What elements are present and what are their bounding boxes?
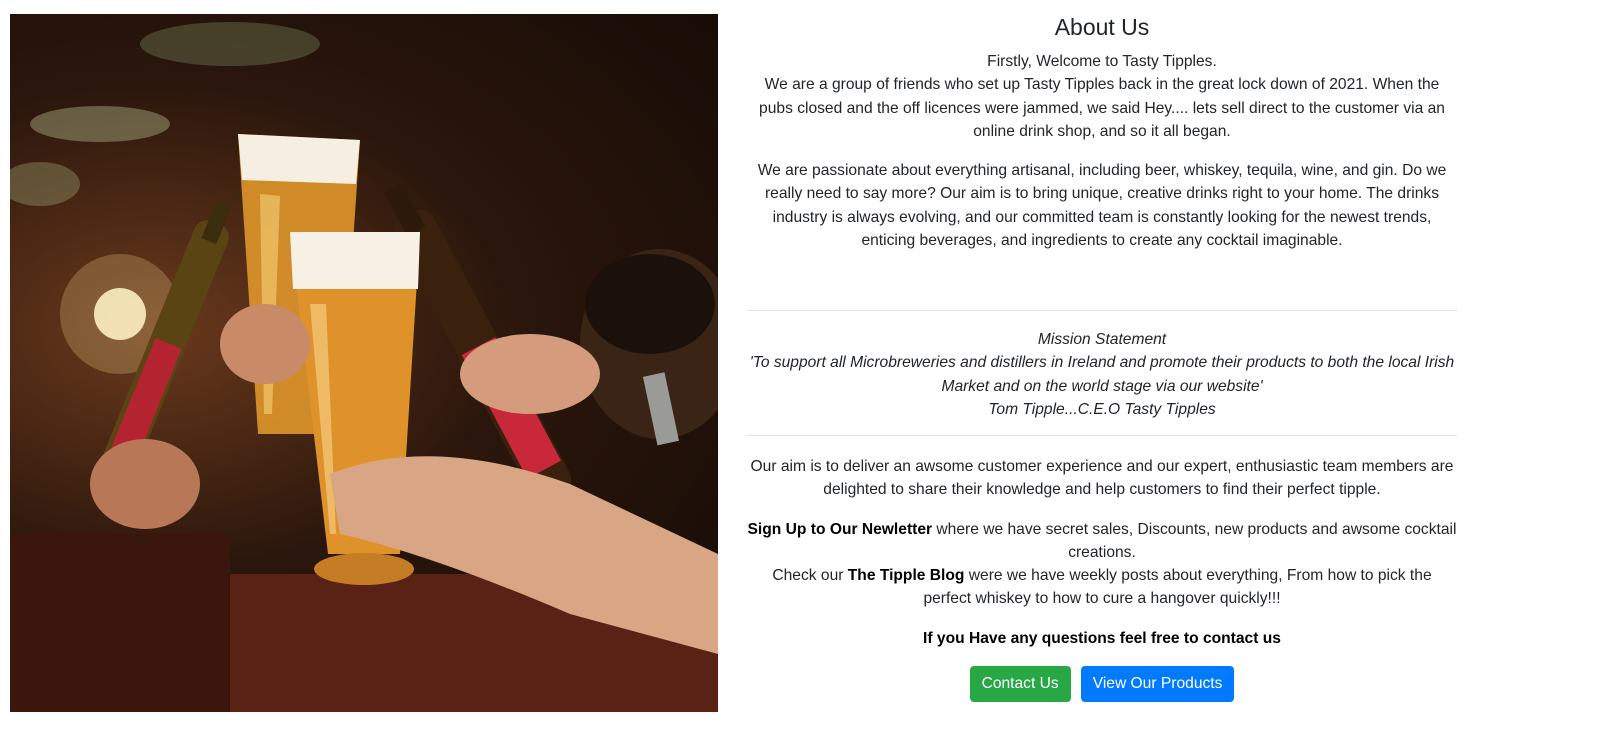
mission-statement: Mission Statement 'To support all Microb… <box>747 311 1457 435</box>
aim-text: Our aim is to deliver an awsome customer… <box>750 458 1454 499</box>
newsletter-link[interactable]: Sign Up to Our Newletter <box>748 521 933 538</box>
contact-us-button[interactable]: Contact Us <box>969 665 1071 702</box>
button-group: Contact Us View Our Products <box>747 665 1457 702</box>
about-title: About Us <box>1054 14 1150 40</box>
story-text: We are a group of friends who set up Tas… <box>759 76 1445 140</box>
about-intro: Firstly, Welcome to Tasty Tipples. We ar… <box>747 50 1457 143</box>
mission-author: Tom Tipple...C.E.O Tasty Tipples <box>988 400 1216 418</box>
toast-illustration <box>10 22 718 712</box>
about-section: About Us Firstly, Welcome to Tasty Tippl… <box>747 12 1457 702</box>
newsletter-text: where we have secret sales, Discounts, n… <box>932 520 1457 561</box>
blog-prefix: Check our <box>772 567 848 585</box>
mission-heading: Mission Statement <box>1037 330 1167 348</box>
blog-text: were we have weekly posts about everythi… <box>923 567 1432 608</box>
mission-quote: 'To support all Microbreweries and disti… <box>749 354 1455 395</box>
passion-text: We are passionate about everything artis… <box>757 161 1447 249</box>
blog-link[interactable]: The Tipple Blog <box>848 567 965 584</box>
view-products-button[interactable]: View Our Products <box>1080 665 1235 702</box>
welcome-text: Firstly, Welcome to Tasty Tipples. <box>987 53 1217 70</box>
newsletter-blog-text: Sign Up to Our Newletter where we have s… <box>747 518 1457 611</box>
hero-image-friends-toasting-drinks <box>10 14 718 712</box>
contact-prompt: If you Have any questions feel free to c… <box>923 629 1281 647</box>
